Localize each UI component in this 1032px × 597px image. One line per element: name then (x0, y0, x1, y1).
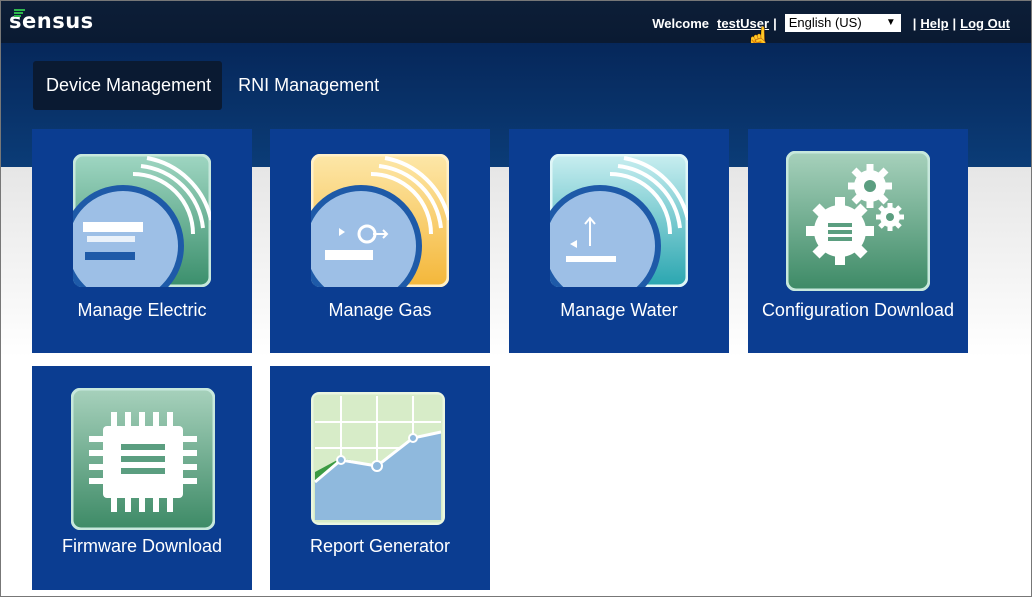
water-meter-icon (550, 154, 688, 287)
firmware-download-tile[interactable]: Firmware Download (32, 366, 252, 590)
help-link[interactable]: Help (920, 16, 948, 31)
report-generator-tile[interactable]: Report Generator (270, 366, 490, 590)
welcome-label: Welcome (652, 15, 710, 31)
tile-label: Report Generator (309, 536, 451, 556)
tile-label: Configuration Download (761, 300, 955, 320)
line-chart-icon (311, 392, 445, 525)
app-window: sensus Welcome testUser | English (US) ▼… (0, 0, 1032, 597)
chip-icon (71, 388, 215, 530)
tile-label: Firmware Download (61, 536, 223, 556)
language-select[interactable]: English (US) ▼ (784, 14, 901, 32)
separator: | (952, 15, 957, 31)
separator: | (912, 15, 917, 31)
tab-rni-management[interactable]: RNI Management (225, 61, 390, 110)
configuration-download-tile[interactable]: Configuration Download (748, 129, 968, 353)
tile-label: Manage Electric (77, 300, 207, 320)
dropdown-arrow-icon: ▼ (885, 17, 896, 28)
top-bar: sensus Welcome testUser | English (US) ▼… (1, 1, 1031, 43)
gears-icon (786, 151, 930, 291)
electric-meter-icon (73, 154, 211, 287)
logo-bars-icon (14, 9, 25, 18)
manage-electric-tile[interactable]: Manage Electric (32, 129, 252, 353)
language-value: English (US) (788, 15, 862, 30)
logout-link[interactable]: Log Out (960, 16, 1010, 31)
main-tabs: Device Management RNI Management (33, 61, 393, 110)
tile-label: Manage Water (560, 300, 678, 320)
manage-gas-tile[interactable]: Manage Gas (270, 129, 490, 353)
separator: | (773, 15, 777, 31)
tab-device-management[interactable]: Device Management (33, 61, 223, 110)
user-bar: Welcome testUser | English (US) ▼ | Help… (652, 14, 1010, 32)
manage-water-tile[interactable]: Manage Water (509, 129, 729, 353)
gas-meter-icon (311, 154, 449, 287)
tile-label: Manage Gas (328, 300, 432, 320)
sensus-logo: sensus (9, 9, 94, 32)
